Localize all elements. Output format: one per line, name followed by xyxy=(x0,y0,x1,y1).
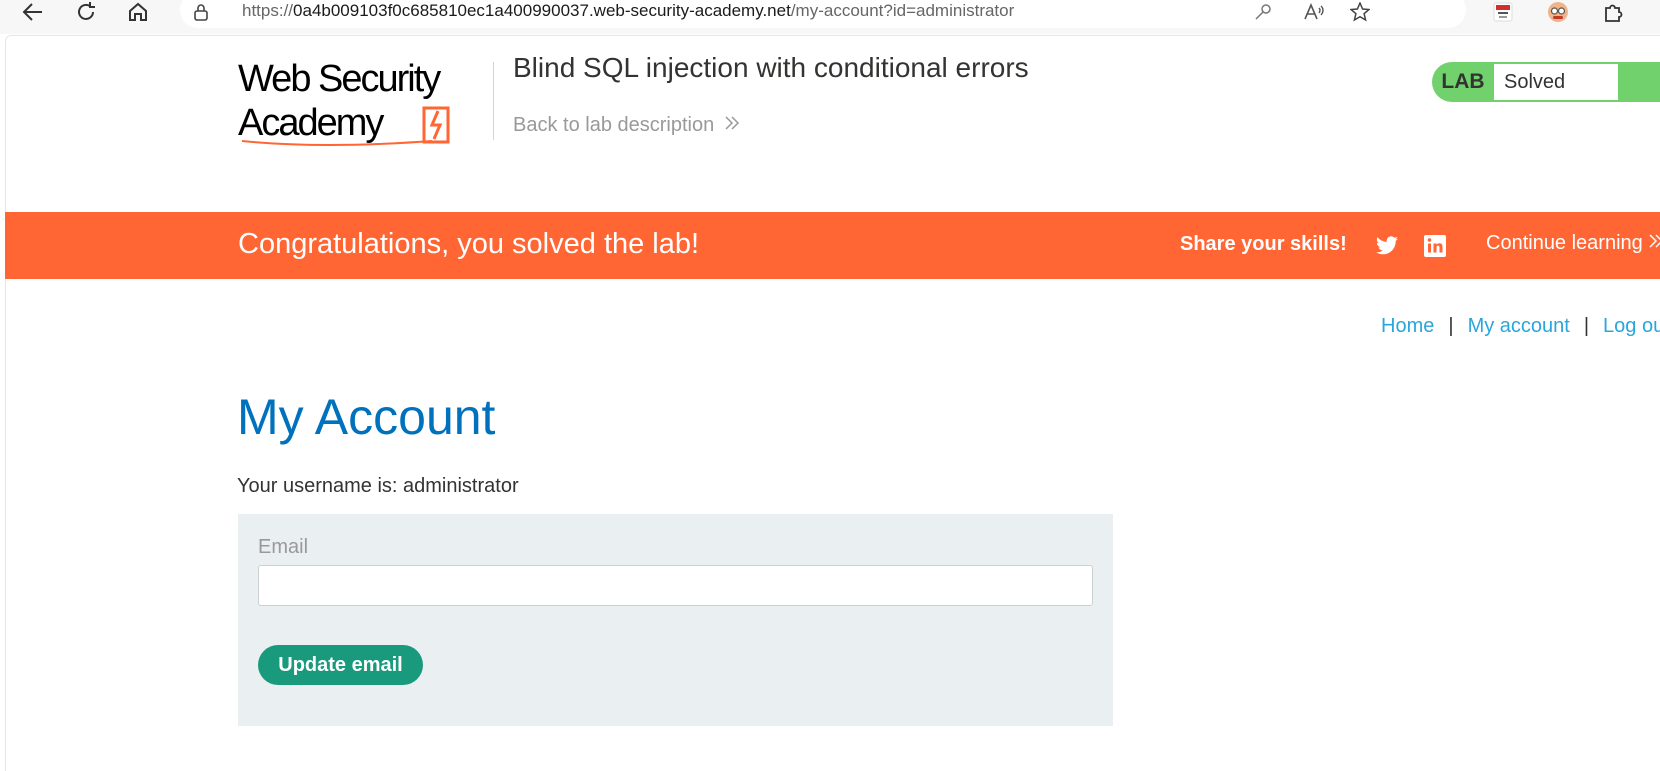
twitter-icon[interactable] xyxy=(1374,234,1400,258)
nav-separator: | xyxy=(1448,315,1454,337)
email-input[interactable] xyxy=(258,565,1093,606)
lock-icon[interactable] xyxy=(190,0,212,24)
congratulations-message: Congratulations, you solved the lab! xyxy=(238,228,700,260)
update-email-button[interactable]: Update email xyxy=(258,645,423,685)
web-security-academy-logo[interactable]: Web Security Academy xyxy=(238,58,488,151)
top-navigation: Home | My account | Log out xyxy=(1381,315,1660,338)
favorite-star-icon[interactable] xyxy=(1348,0,1372,24)
lab-status-badge: Solved xyxy=(1494,64,1618,100)
header-divider xyxy=(493,62,494,140)
double-chevron-right-icon xyxy=(1649,232,1660,255)
continue-learning-link[interactable]: Continue learning xyxy=(1486,232,1660,255)
back-link-label: Back to lab description xyxy=(513,114,715,136)
key-icon[interactable] xyxy=(1252,0,1274,24)
lab-status-widget: LAB Solved xyxy=(1432,62,1660,102)
linkedin-icon[interactable] xyxy=(1423,234,1447,258)
back-arrow-icon[interactable] xyxy=(20,0,46,24)
profile-avatar-icon[interactable] xyxy=(1546,0,1570,24)
nav-home-link[interactable]: Home xyxy=(1381,315,1434,338)
nav-log-out-link[interactable]: Log out xyxy=(1603,315,1660,338)
reload-icon[interactable] xyxy=(73,0,99,24)
change-email-form: Email Update email xyxy=(238,514,1113,726)
lab-tag: LAB xyxy=(1441,70,1485,93)
nav-my-account-link[interactable]: My account xyxy=(1468,315,1570,338)
logo-line1-text: Web Security xyxy=(238,61,441,100)
read-aloud-icon[interactable] xyxy=(1302,0,1326,24)
share-skills-label: Share your skills! xyxy=(1180,233,1347,255)
home-icon[interactable] xyxy=(125,0,151,24)
username-text: Your username is: administrator xyxy=(237,475,519,497)
browser-toolbar: https://0a4b009103f0c685810ec1a400990037… xyxy=(0,0,1660,34)
back-to-lab-description-link[interactable]: Back to lab description xyxy=(513,114,740,137)
nav-separator: | xyxy=(1583,315,1590,337)
email-label: Email xyxy=(258,536,309,558)
double-chevron-right-icon xyxy=(724,114,740,137)
url-text: https://0a4b009103f0c685810ec1a400990037… xyxy=(242,1,1015,20)
extension-flag-icon[interactable] xyxy=(1492,0,1514,24)
logo-line2-text: Academy xyxy=(238,102,384,144)
solved-banner: Congratulations, you solved the lab! Sha… xyxy=(5,212,1660,279)
continue-learning-label: Continue learning xyxy=(1486,232,1643,254)
page-title: My Account xyxy=(237,389,496,445)
extensions-puzzle-icon[interactable] xyxy=(1601,0,1625,24)
lab-title: Blind SQL injection with conditional err… xyxy=(513,52,1029,83)
